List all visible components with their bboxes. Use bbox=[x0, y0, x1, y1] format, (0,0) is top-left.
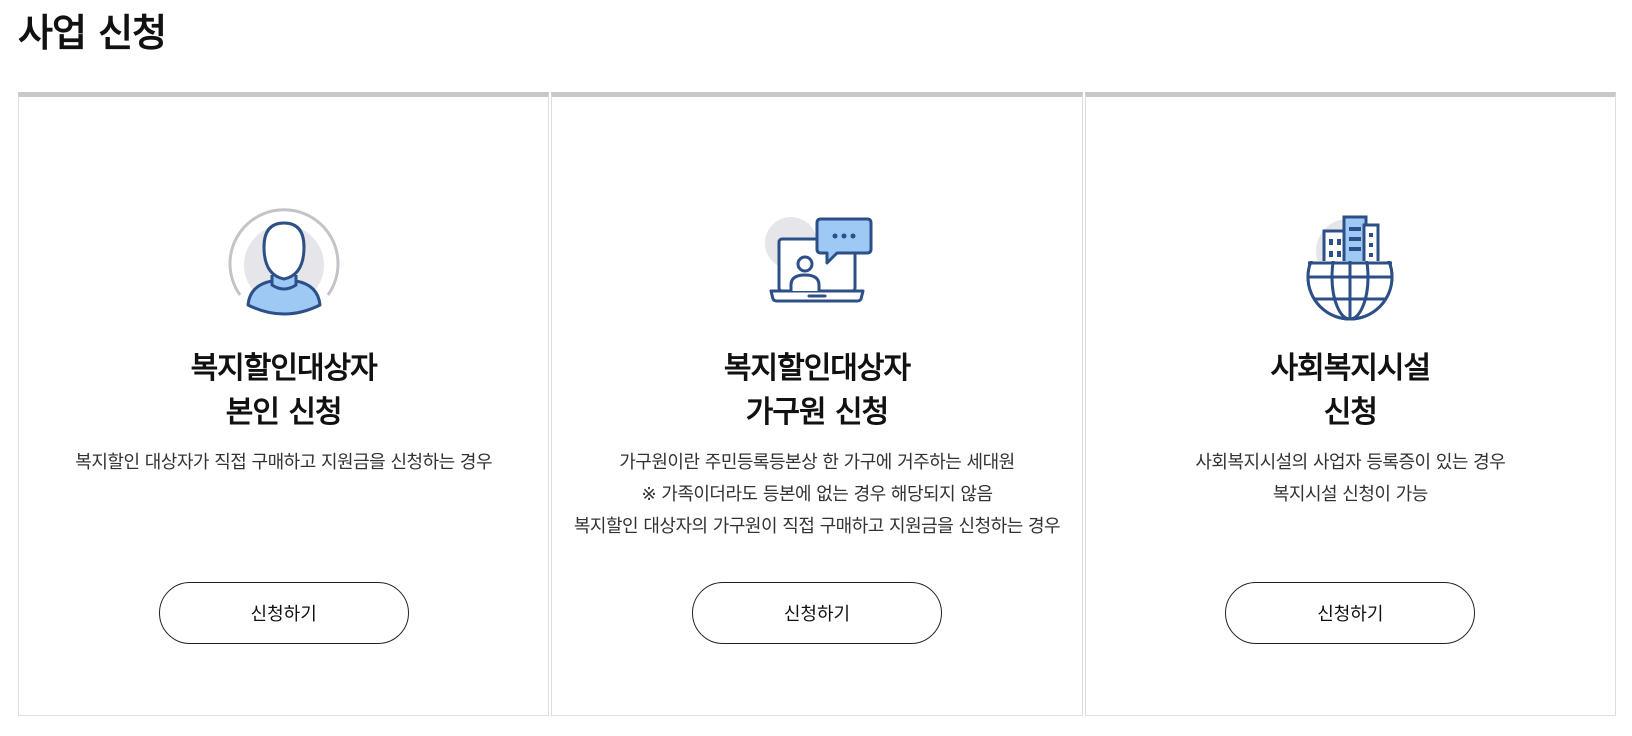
apply-button-household[interactable]: 신청하기 bbox=[691, 582, 942, 644]
card-title-line1: 복지할인대상자 bbox=[723, 351, 911, 386]
apply-button-self[interactable]: 신청하기 bbox=[158, 582, 409, 644]
card-title-line2: 신청 bbox=[1323, 395, 1378, 430]
card-desc-line: ※ 가족이더라도 등본에 없는 경우 해당되지 않음 bbox=[641, 484, 993, 505]
card-title: 복지할인대상자 본인 신청 bbox=[19, 347, 548, 435]
card-self-application: 복지할인대상자 본인 신청 복지할인 대상자가 직접 구매하고 지원금을 신청하… bbox=[18, 92, 550, 716]
card-description: 사회복지시설의 사업자 등록증이 있는 경우 복지시설 신청이 가능 bbox=[1086, 447, 1615, 511]
card-title: 사회복지시설 신청 bbox=[1086, 347, 1615, 435]
card-desc-line: 복지시설 신청이 가능 bbox=[1272, 484, 1428, 505]
card-title-line2: 가구원 신청 bbox=[745, 395, 889, 430]
card-desc-line: 복지할인 대상자의 가구원이 직접 구매하고 지원금을 신청하는 경우 bbox=[573, 516, 1061, 537]
laptop-chat-icon bbox=[757, 205, 877, 325]
card-title: 복지할인대상자 가구원 신청 bbox=[552, 347, 1081, 435]
application-cards: 복지할인대상자 본인 신청 복지할인 대상자가 직접 구매하고 지원금을 신청하… bbox=[18, 92, 1616, 716]
building-globe-icon bbox=[1290, 205, 1410, 325]
card-title-line2: 본인 신청 bbox=[225, 395, 343, 430]
card-desc-line: 가구원이란 주민등록등본상 한 가구에 거주하는 세대원 bbox=[619, 452, 1015, 473]
card-desc-line: 사회복지시설의 사업자 등록증이 있는 경우 bbox=[1195, 452, 1506, 473]
card-title-line1: 복지할인대상자 bbox=[190, 351, 378, 386]
card-description: 가구원이란 주민등록등본상 한 가구에 거주하는 세대원 ※ 가족이더라도 등본… bbox=[552, 447, 1081, 543]
card-desc-line: 복지할인 대상자가 직접 구매하고 지원금을 신청하는 경우 bbox=[75, 452, 493, 473]
card-description: 복지할인 대상자가 직접 구매하고 지원금을 신청하는 경우 bbox=[19, 447, 548, 479]
apply-button-facility[interactable]: 신청하기 bbox=[1225, 582, 1476, 644]
card-facility-application: 사회복지시설 신청 사회복지시설의 사업자 등록증이 있는 경우 복지시설 신청… bbox=[1084, 92, 1616, 716]
card-household-application: 복지할인대상자 가구원 신청 가구원이란 주민등록등본상 한 가구에 거주하는 … bbox=[551, 92, 1083, 716]
person-icon bbox=[224, 205, 344, 325]
card-title-line1: 사회복지시설 bbox=[1270, 351, 1432, 386]
page-title: 사업 신청 bbox=[18, 11, 167, 55]
